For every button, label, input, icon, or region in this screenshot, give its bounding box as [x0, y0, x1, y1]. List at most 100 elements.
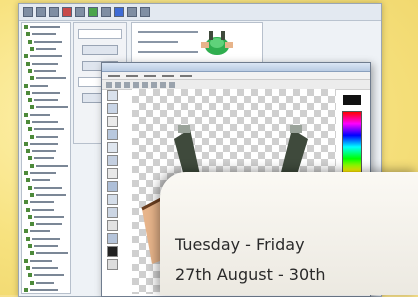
- editor-titlebar[interactable]: [102, 63, 370, 72]
- tree-item[interactable]: [24, 53, 68, 59]
- tree-item[interactable]: [24, 126, 68, 132]
- tree-item[interactable]: [24, 82, 68, 88]
- toolbar-button[interactable]: [23, 7, 33, 17]
- tree-item[interactable]: [24, 68, 68, 74]
- tool-icon[interactable]: [107, 129, 118, 140]
- tree-item-label: [30, 288, 58, 291]
- tree-item[interactable]: [24, 265, 68, 271]
- tool-icon[interactable]: [107, 194, 118, 205]
- tree-item-label: [36, 135, 58, 138]
- tree-item[interactable]: [24, 104, 68, 110]
- folder-icon: [30, 163, 34, 168]
- toolbar-button[interactable]: [101, 7, 111, 17]
- tree-item[interactable]: [24, 155, 68, 161]
- settings-icon[interactable]: [114, 7, 124, 17]
- tree-item[interactable]: [24, 236, 68, 242]
- menu-item[interactable]: [180, 74, 192, 77]
- folder-icon: [26, 265, 30, 270]
- folder-icon: [24, 25, 28, 30]
- tree-item[interactable]: [24, 279, 68, 285]
- tree-item-label: [30, 26, 60, 29]
- toolbar-button[interactable]: [75, 7, 85, 17]
- folder-icon: [26, 90, 30, 95]
- tree-item[interactable]: [24, 214, 68, 220]
- tree-item[interactable]: [24, 46, 68, 52]
- tree-item[interactable]: [24, 243, 68, 249]
- tree-item-label: [32, 62, 58, 65]
- resource-tree[interactable]: [21, 22, 71, 294]
- tool-icon[interactable]: [107, 181, 118, 192]
- tool-icon[interactable]: [160, 81, 166, 88]
- color-swatch[interactable]: [343, 95, 361, 105]
- tree-item-label: [34, 128, 64, 131]
- tool-icon[interactable]: [142, 81, 148, 88]
- toolbar-button[interactable]: [127, 7, 137, 17]
- tool-icon[interactable]: [107, 246, 118, 257]
- tree-item-label: [30, 172, 56, 175]
- tool-icon[interactable]: [107, 220, 118, 231]
- tree-item-label: [34, 245, 58, 248]
- tree-item[interactable]: [24, 287, 68, 293]
- tool-icon[interactable]: [106, 81, 112, 88]
- tree-item[interactable]: [24, 258, 68, 264]
- tree-item[interactable]: [24, 75, 68, 81]
- tree-item[interactable]: [24, 148, 68, 154]
- info-line: [138, 41, 178, 43]
- sprite-thumbnail: [201, 31, 233, 55]
- tree-item[interactable]: [24, 60, 68, 66]
- tree-item[interactable]: [24, 133, 68, 139]
- tree-item[interactable]: [24, 206, 68, 212]
- tool-icon[interactable]: [107, 116, 118, 127]
- tree-item[interactable]: [24, 97, 68, 103]
- tree-item-label: [30, 113, 50, 116]
- toolbar-button[interactable]: [140, 7, 150, 17]
- tree-item[interactable]: [24, 250, 68, 256]
- folder-icon: [28, 214, 32, 219]
- menu-item[interactable]: [108, 74, 120, 77]
- tool-icon[interactable]: [107, 259, 118, 270]
- tool-icon[interactable]: [133, 81, 139, 88]
- toolbar-button[interactable]: [36, 7, 46, 17]
- folder-icon: [24, 141, 28, 146]
- tool-icon[interactable]: [107, 207, 118, 218]
- tool-icon[interactable]: [124, 81, 130, 88]
- tree-item[interactable]: [24, 39, 68, 45]
- menu-item[interactable]: [162, 74, 174, 77]
- panel-button[interactable]: [82, 45, 118, 55]
- tree-item[interactable]: [24, 170, 68, 176]
- tree-item[interactable]: [24, 90, 68, 96]
- tool-icon[interactable]: [151, 81, 157, 88]
- tree-item-label: [32, 91, 60, 94]
- folder-icon: [26, 120, 30, 124]
- tree-item-label: [34, 274, 64, 277]
- name-field[interactable]: [78, 29, 122, 39]
- tree-item[interactable]: [24, 272, 68, 278]
- tool-icon[interactable]: [107, 168, 118, 179]
- tree-item[interactable]: [24, 185, 68, 191]
- tree-item-label: [36, 193, 66, 196]
- run-icon[interactable]: [88, 7, 98, 17]
- tool-icon[interactable]: [107, 155, 118, 166]
- tree-item[interactable]: [24, 221, 68, 227]
- tree-item[interactable]: [24, 192, 68, 198]
- tree-item[interactable]: [24, 163, 68, 169]
- tool-icon[interactable]: [107, 103, 118, 114]
- tree-item[interactable]: [24, 31, 68, 37]
- menu-item[interactable]: [144, 74, 156, 77]
- menu-item[interactable]: [126, 74, 138, 77]
- tool-icon[interactable]: [107, 90, 118, 101]
- tree-item[interactable]: [24, 112, 68, 118]
- tree-item[interactable]: [24, 24, 68, 30]
- tree-item-label: [34, 157, 54, 160]
- tree-item[interactable]: [24, 199, 68, 205]
- tree-item[interactable]: [24, 119, 68, 125]
- tree-item[interactable]: [24, 141, 68, 147]
- tool-icon[interactable]: [107, 233, 118, 244]
- stop-icon[interactable]: [62, 7, 72, 17]
- tool-icon[interactable]: [107, 142, 118, 153]
- tree-item[interactable]: [24, 177, 68, 183]
- tree-item[interactable]: [24, 228, 68, 234]
- tool-icon[interactable]: [115, 81, 121, 88]
- tool-icon[interactable]: [169, 81, 175, 88]
- toolbar-button[interactable]: [49, 7, 59, 17]
